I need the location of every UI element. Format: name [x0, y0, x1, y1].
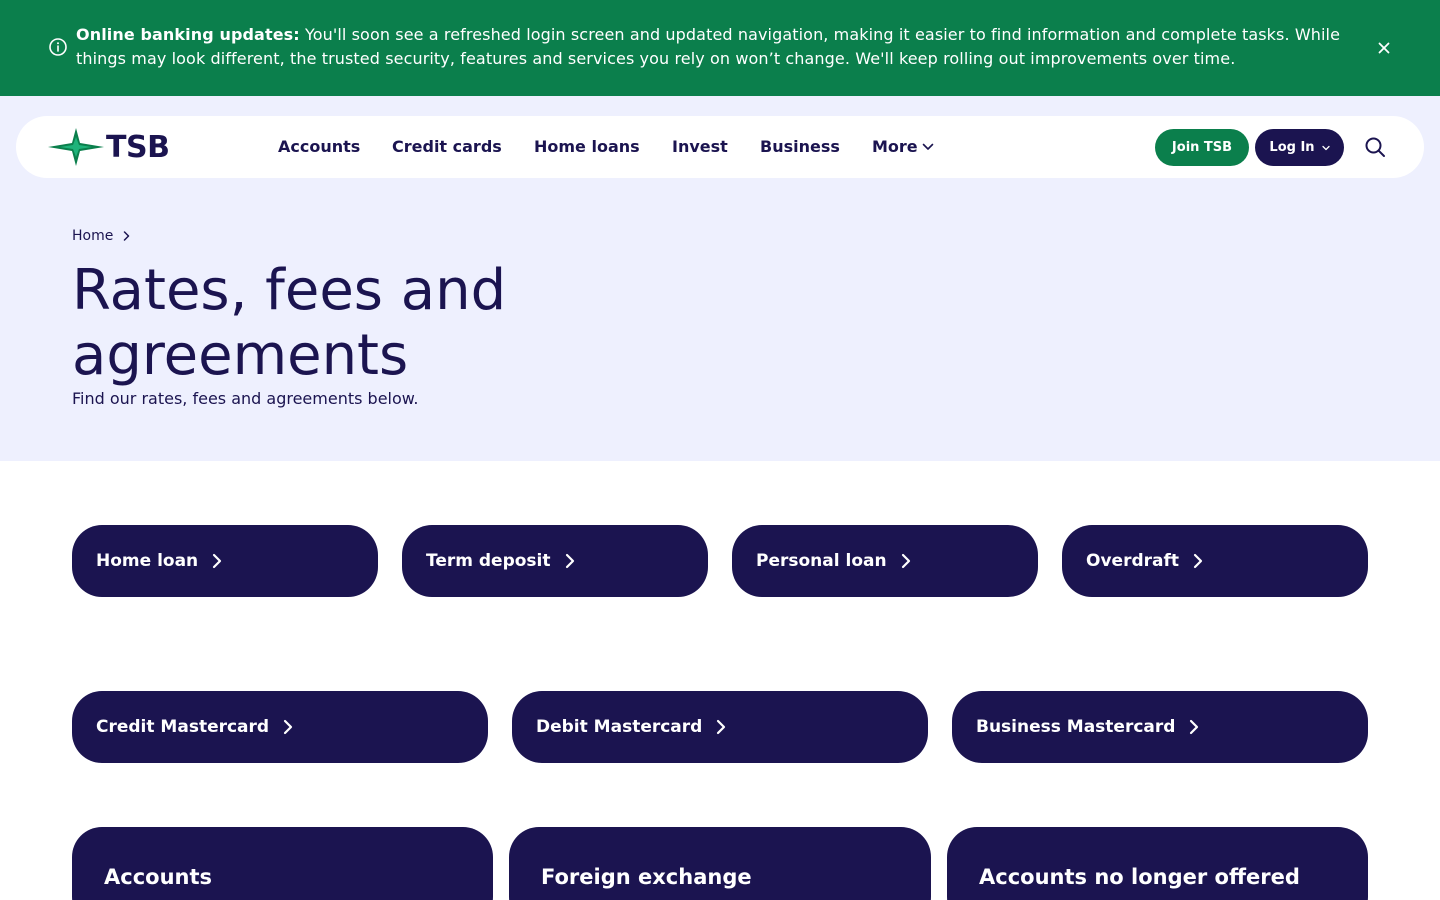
card-accounts-no-longer-offered: Accounts no longer offered [947, 827, 1368, 900]
log-in-label: Log In [1269, 140, 1315, 155]
nav-more-label: More [872, 137, 918, 156]
link-label: Debit Mastercard [536, 717, 703, 737]
chevron-right-icon [565, 553, 574, 569]
chevron-right-icon [717, 719, 726, 735]
card-title: Accounts [104, 865, 213, 889]
banner-title: Online banking updates: [76, 25, 300, 44]
link-label: Credit Mastercard [96, 717, 270, 737]
link-personal-loan[interactable]: Personal loan [732, 525, 1038, 597]
link-home-loan[interactable]: Home loan [72, 525, 378, 597]
link-label: Term deposit [426, 551, 551, 571]
card-foreign-exchange: Foreign exchange [509, 827, 931, 900]
join-tsb-button[interactable]: Join TSB [1155, 129, 1249, 166]
card-title: Foreign exchange [541, 865, 752, 889]
card-title: Accounts no longer offered [979, 865, 1300, 889]
breadcrumb: Home [72, 228, 130, 244]
close-banner-button[interactable] [1374, 38, 1394, 58]
log-in-button[interactable]: Log In [1255, 129, 1344, 166]
chevron-right-icon [124, 231, 130, 241]
nav-invest[interactable]: Invest [672, 136, 728, 158]
breadcrumb-home[interactable]: Home [72, 228, 113, 244]
page-subtitle: Find our rates, fees and agreements belo… [72, 389, 419, 408]
info-icon [49, 38, 67, 56]
chevron-down-icon [1321, 145, 1330, 150]
chevron-right-icon [213, 553, 222, 569]
card-accounts: Accounts [72, 827, 493, 900]
chevron-down-icon [922, 143, 933, 150]
chevron-right-icon [1190, 719, 1199, 735]
link-label: Home loan [96, 551, 199, 571]
chevron-right-icon [283, 719, 293, 735]
link-label: Personal loan [756, 551, 887, 571]
link-business-mastercard[interactable]: Business Mastercard [952, 691, 1368, 763]
nav-business[interactable]: Business [760, 136, 840, 158]
hero-section: TSB Accounts Credit cards Home loans Inv… [0, 96, 1440, 461]
notification-banner: Online banking updates: You'll soon see … [0, 0, 1440, 96]
tsb-logo[interactable]: TSB [48, 128, 174, 166]
logo-text: TSB [106, 129, 170, 165]
nav-home-loans[interactable]: Home loans [534, 136, 640, 158]
link-term-deposit[interactable]: Term deposit [402, 525, 708, 597]
link-label: Overdraft [1086, 551, 1179, 571]
nav-credit-cards[interactable]: Credit cards [392, 136, 502, 158]
link-label: Business Mastercard [976, 717, 1176, 737]
nav-accounts[interactable]: Accounts [278, 136, 360, 158]
search-icon[interactable] [1364, 136, 1386, 158]
page-title: Rates, fees and agreements [72, 258, 507, 388]
main-navigation: TSB Accounts Credit cards Home loans Inv… [16, 116, 1424, 178]
nav-more[interactable]: More [872, 136, 934, 158]
logo-star-icon [48, 128, 104, 166]
link-overdraft[interactable]: Overdraft [1062, 525, 1368, 597]
link-credit-mastercard[interactable]: Credit Mastercard [72, 691, 488, 763]
close-icon [1378, 42, 1390, 54]
link-debit-mastercard[interactable]: Debit Mastercard [512, 691, 928, 763]
chevron-right-icon [1193, 553, 1203, 569]
banner-text: Online banking updates: You'll soon see … [76, 23, 1356, 71]
chevron-right-icon [901, 553, 910, 569]
